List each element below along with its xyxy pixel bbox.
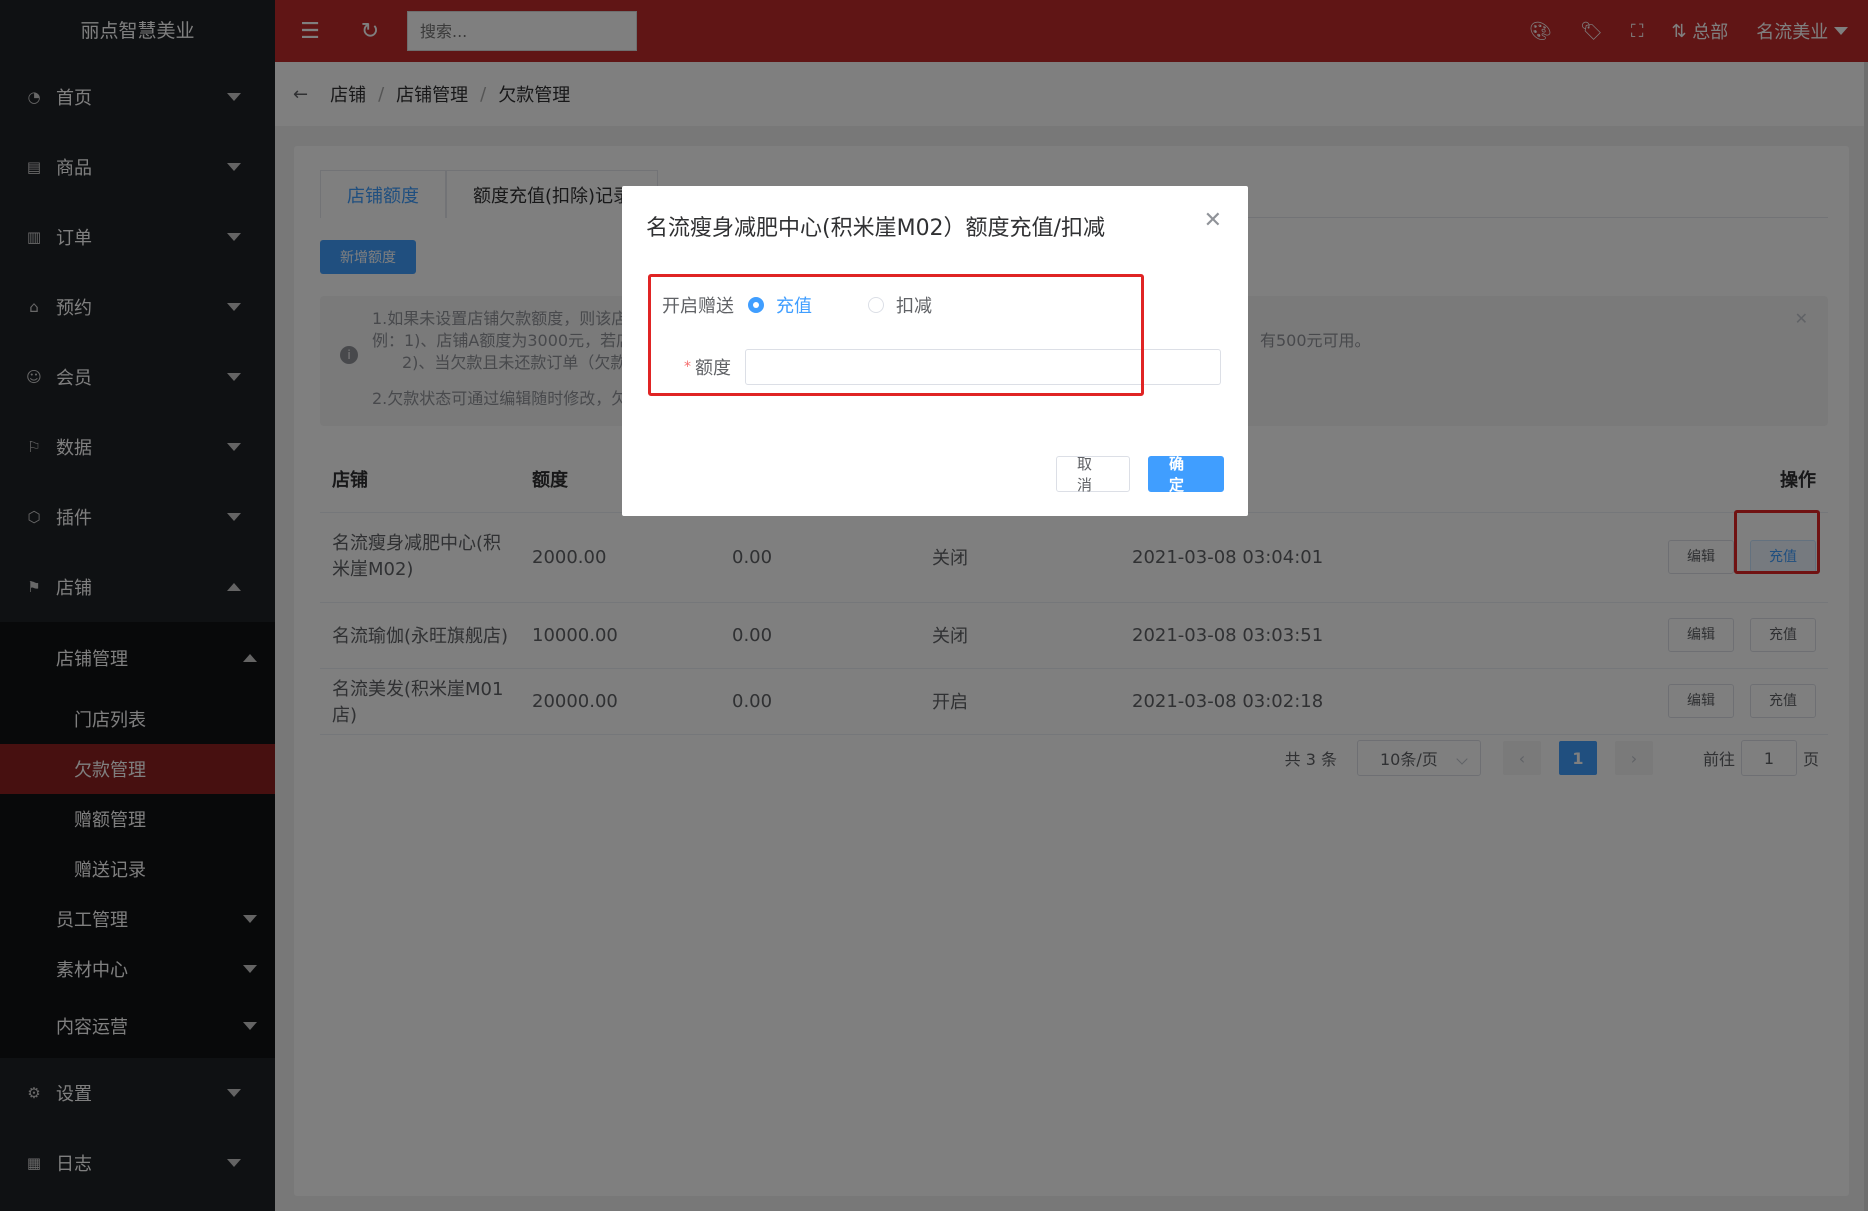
- confirm-button[interactable]: 确 定: [1148, 455, 1224, 494]
- modal-overlay[interactable]: [0, 0, 1868, 1211]
- close-icon[interactable]: ✕: [1204, 208, 1222, 233]
- highlight-box: [648, 274, 1144, 396]
- recharge-dialog: 名流瘦身减肥中心(积米崖M02）额度充值/扣减 ✕ 开启赠送 充值 扣减 * 额…: [622, 186, 1248, 516]
- dialog-title: 名流瘦身减肥中心(积米崖M02）额度充值/扣减: [646, 216, 1105, 241]
- cancel-button[interactable]: 取 消: [1056, 455, 1130, 494]
